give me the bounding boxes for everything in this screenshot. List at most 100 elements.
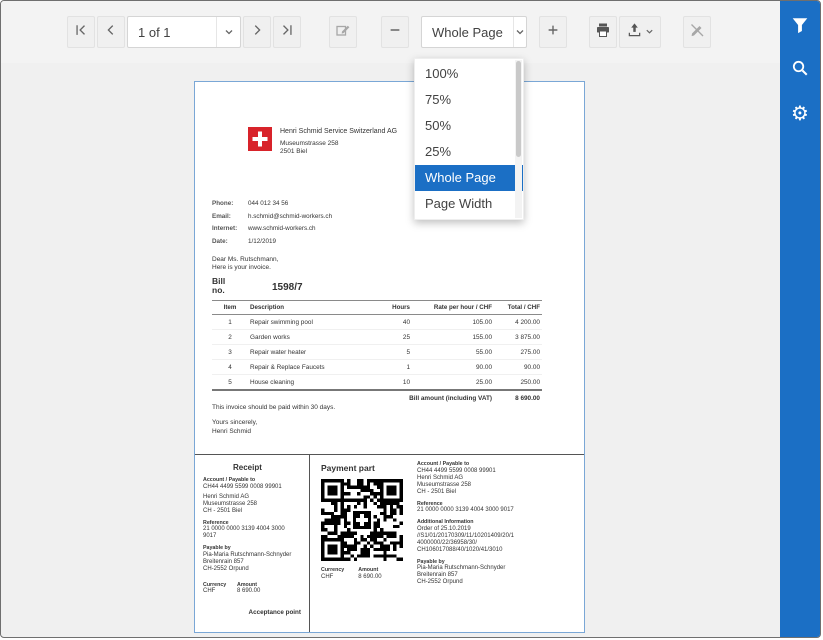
cell: 25.00 <box>412 375 494 391</box>
zoom-option-100[interactable]: 100% <box>415 61 523 87</box>
zoom-dropdown-list: 100% 75% 50% 25% Whole Page Page Width <box>414 58 524 220</box>
payment-currency-value: CHF <box>321 574 344 581</box>
cell: 1 <box>366 360 412 375</box>
last-page-button[interactable] <box>273 16 301 48</box>
payment-payable-line: CH-2552 Orpund <box>417 579 578 586</box>
header-total: Total / CHF <box>494 301 542 315</box>
zoom-option-75[interactable]: 75% <box>415 87 523 113</box>
zoom-selector[interactable]: Whole Page <box>421 16 527 48</box>
email-label: Email: <box>212 213 248 220</box>
edit-pencil-icon <box>335 22 351 43</box>
cell: 40 <box>366 315 412 330</box>
payment-account-line: CH - 2501 Biel <box>417 489 578 496</box>
page-selector[interactable]: 1 of 1 <box>127 16 241 48</box>
payment-reference-value: 21 0000 0000 3139 4004 3000 9017 <box>417 507 578 514</box>
contact-block: Phone:044 012 34 56 Email:h.schmid@schmi… <box>212 200 332 250</box>
bill-number-label: Bill no. <box>212 277 236 295</box>
payment-currency-label: Currency <box>321 567 344 574</box>
header-item: Item <box>212 301 248 315</box>
internet-value: www.schmid-workers.ch <box>248 225 316 232</box>
chevron-down-icon <box>513 17 526 47</box>
last-page-icon <box>280 23 294 42</box>
company-name: Henri Schmid Service Switzerland AG <box>280 128 397 135</box>
cell: House cleaning <box>248 375 366 391</box>
invoice-table: Item Description Hours Rate per hour / C… <box>212 300 542 406</box>
zoom-option-whole-page[interactable]: Whole Page <box>415 165 523 191</box>
cell: 4 <box>212 360 248 375</box>
cell: 55.00 <box>412 345 494 360</box>
company-city: 2501 Biel <box>280 148 307 155</box>
page-selector-value: 1 of 1 <box>128 25 216 40</box>
bill-number-line: Bill no. 1598/7 <box>212 277 303 295</box>
internet-label: Internet: <box>212 225 248 232</box>
next-page-button[interactable] <box>243 16 271 48</box>
zoom-out-button[interactable] <box>381 16 409 48</box>
cell: Garden works <box>248 330 366 345</box>
cell: 5 <box>212 375 248 391</box>
cell: 250.00 <box>494 375 542 391</box>
document-page[interactable]: Henri Schmid Service Switzerland AG Muse… <box>194 81 585 633</box>
zoom-option-25[interactable]: 25% <box>415 139 523 165</box>
receipt-section: Receipt Account / Payable to CH44 4499 5… <box>195 455 310 632</box>
cell: 2 <box>212 330 248 345</box>
receipt-account-line: Museumstrasse 258 <box>203 501 301 508</box>
cell: 275.00 <box>494 345 542 360</box>
cell: 90.00 <box>494 360 542 375</box>
payment-additional-line: //S1/01/20170309/11/10201409/20/1 <box>417 533 578 540</box>
download-button[interactable] <box>619 16 661 48</box>
toggle-selection-button[interactable] <box>683 16 711 48</box>
email-value: h.schmid@schmid-workers.ch <box>248 213 332 220</box>
upload-icon <box>627 22 642 42</box>
settings-button[interactable]: ⚙ <box>787 100 813 126</box>
acceptance-point-label: Acceptance point <box>249 609 301 616</box>
cell: 155.00 <box>412 330 494 345</box>
payment-part-section: Payment part Currency CHF Amount 8 690.0… <box>311 455 584 632</box>
bill-number-value: 1598/7 <box>272 282 303 293</box>
receipt-account-line: CH - 2501 Biel <box>203 508 301 515</box>
receipt-payable-line: Pia-Maria Rutschmann-Schnyder <box>203 552 301 559</box>
receipt-reference-value: 21 0000 0000 3139 4004 3000 9017 <box>203 526 295 540</box>
greeting-line-2: Here is your invoice. <box>212 264 278 272</box>
previous-page-button[interactable] <box>97 16 125 48</box>
print-button[interactable] <box>589 16 617 48</box>
receipt-title: Receipt <box>233 463 301 472</box>
greeting: Dear Ms. Rutschmann, Here is your invoic… <box>212 256 278 272</box>
phone-label: Phone: <box>212 200 248 207</box>
table-row: 3Repair water heater555.00275.00 <box>212 345 542 360</box>
cell: Repair & Replace Faucets <box>248 360 366 375</box>
table-row: 2Garden works25155.003 875.00 <box>212 330 542 345</box>
printer-icon <box>595 22 611 43</box>
filter-button[interactable] <box>787 14 813 40</box>
dropdown-scrollbar[interactable] <box>515 60 522 218</box>
qr-payment-slip: Receipt Account / Payable to CH44 4499 5… <box>195 454 584 632</box>
table-row: 1Repair swimming pool40105.004 200.00 <box>212 315 542 330</box>
cell: 3 <box>212 345 248 360</box>
cell: 10 <box>366 375 412 391</box>
payment-additional-line: CH106017088/40/1020/41/3010 <box>417 547 578 554</box>
minus-icon <box>388 23 402 42</box>
cell: Repair water heater <box>248 345 366 360</box>
zoom-in-button[interactable] <box>539 16 567 48</box>
receipt-currency-value: CHF <box>203 588 229 595</box>
payment-payable-line: Pia-Maria Rutschmann-Schnyder <box>417 565 578 572</box>
payment-terms-note: This invoice should be paid within 30 da… <box>212 404 335 411</box>
zoom-option-page-width[interactable]: Page Width <box>415 191 523 217</box>
first-page-button[interactable] <box>67 16 95 48</box>
cell: 25 <box>366 330 412 345</box>
cell: 3 875.00 <box>494 330 542 345</box>
annotation-button[interactable] <box>329 16 357 48</box>
search-button[interactable] <box>787 57 813 83</box>
payment-additional-line: Order of 25.10.2019 <box>417 526 578 533</box>
payment-additional-line: 4000000/22/36958/30/ <box>417 540 578 547</box>
chevron-down-icon <box>216 17 240 47</box>
date-value: 1/12/2019 <box>248 238 276 245</box>
dropdown-scrollbar-thumb[interactable] <box>516 61 521 157</box>
company-street: Museumstrasse 258 <box>280 140 339 147</box>
closing-line-1: Yours sincerely, <box>212 418 257 427</box>
cell: 105.00 <box>412 315 494 330</box>
zoom-option-50[interactable]: 50% <box>415 113 523 139</box>
payment-account-line: Museumstrasse 258 <box>417 482 578 489</box>
swiss-cross-logo <box>248 127 272 156</box>
swiss-qr-code <box>321 479 403 561</box>
pdf-viewer-window: 1 of 1 Whole Page <box>0 0 821 638</box>
